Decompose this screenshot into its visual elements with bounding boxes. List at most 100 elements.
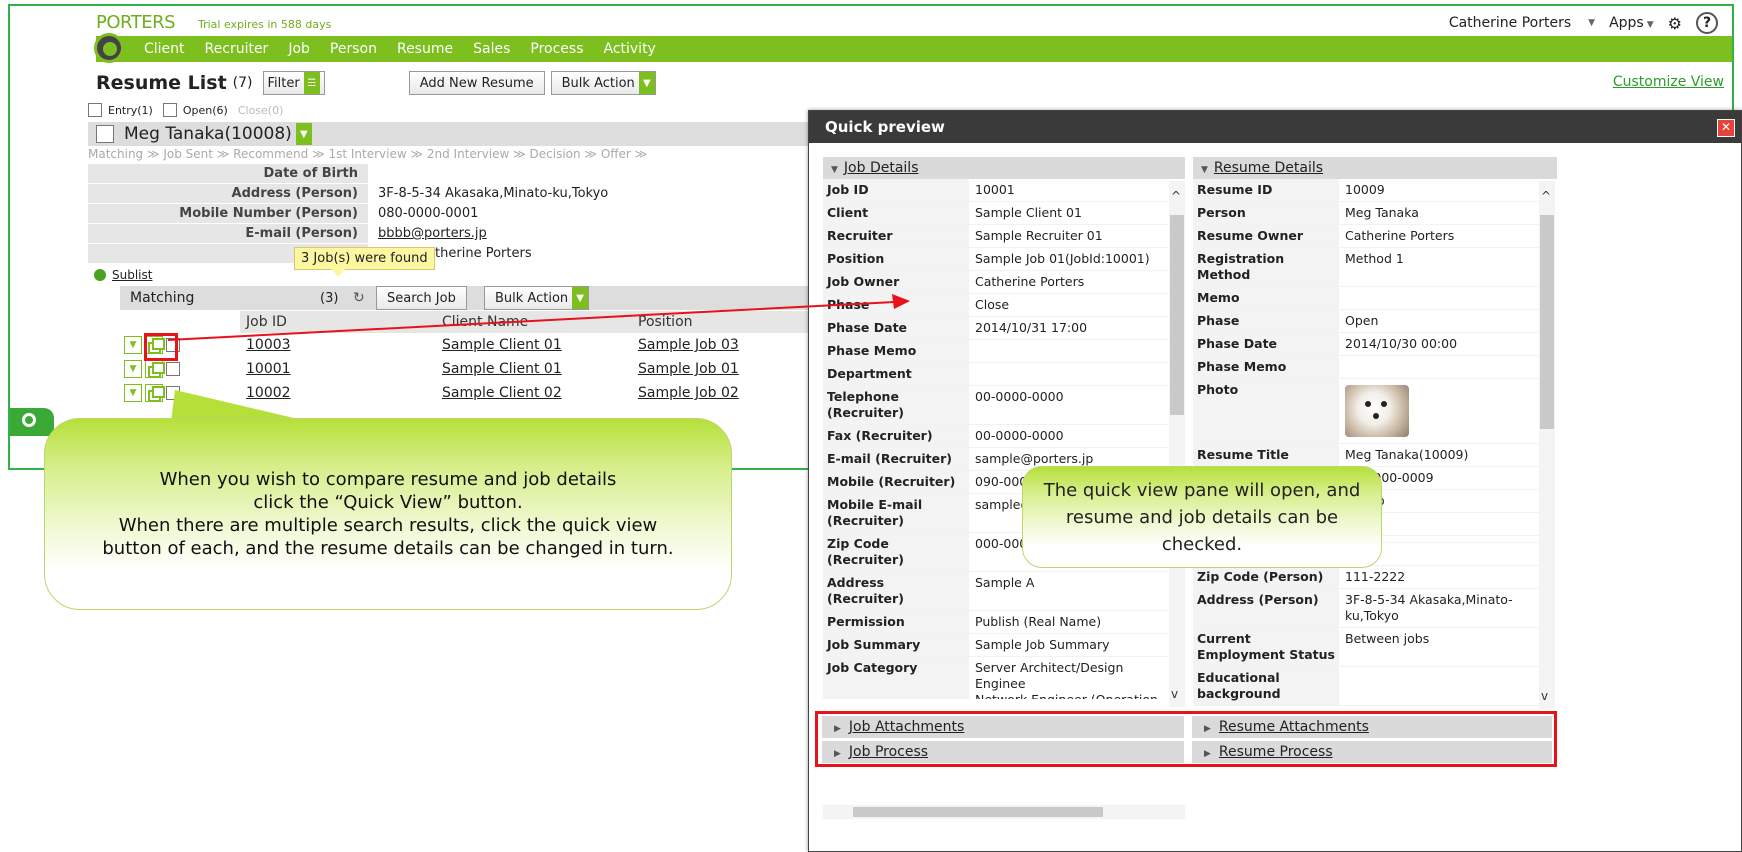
client-link[interactable]: Sample Client 01 (436, 361, 632, 377)
person-photo[interactable] (1345, 385, 1409, 437)
resume-vertical-scrollbar[interactable]: ^ v (1539, 181, 1555, 709)
search-job-button[interactable]: Search Job (376, 286, 467, 310)
table-row: ▼ 10001 Sample Client 01 Sample Job 01 (120, 358, 739, 380)
quick-view-icon[interactable] (145, 384, 165, 402)
close-icon[interactable]: ✕ (1717, 119, 1735, 137)
nav-process[interactable]: Process (530, 41, 583, 57)
detail-label: Job Category (823, 657, 969, 699)
collapse-triangle-icon: ▼ (831, 165, 838, 175)
tab-entry[interactable]: Entry(1) (108, 104, 153, 117)
detail-value (1339, 667, 1539, 705)
scroll-thumb[interactable] (853, 807, 1103, 817)
field-value: 3F-8-5-34 Akasaka,Minato-ku,Tokyo (378, 186, 609, 201)
field-value (368, 164, 378, 183)
client-link[interactable]: Sample Client 02 (436, 385, 632, 401)
col-position[interactable]: Position (632, 311, 832, 333)
job-horizontal-scrollbar[interactable] (823, 805, 1185, 819)
row-actions: ▼ (120, 336, 240, 354)
tab-close[interactable]: Close(0) (238, 104, 284, 117)
record-menu-chevron-icon[interactable]: ▼ (295, 123, 312, 145)
quick-view-icon[interactable] (145, 360, 165, 378)
detail-label: Current Employment Status (1193, 628, 1339, 666)
record-checkbox[interactable] (96, 125, 114, 143)
detail-label: Phase Memo (1193, 356, 1339, 378)
phase-breadcrumb[interactable]: Matching ≫ Job Sent ≫ Recommend ≫ 1st In… (88, 147, 647, 161)
nav-resume[interactable]: Resume (397, 41, 453, 57)
resume-details-column: ▼ Resume Details Resume ID 10009 Person Meg … (1193, 157, 1557, 707)
job-vertical-scrollbar[interactable]: ^ v (1169, 181, 1185, 707)
field-label: E-mail (Person) (88, 224, 368, 243)
detail-value: Between jobs (1345, 631, 1430, 646)
detail-label: Recruiter (823, 225, 969, 247)
add-new-resume-button[interactable]: Add New Resume (408, 71, 545, 95)
scroll-down-icon[interactable]: v (1171, 687, 1178, 701)
position-link[interactable]: Sample Job 01 (632, 361, 739, 377)
home-logo-icon[interactable] (94, 33, 124, 63)
job-details-header[interactable]: ▼ Job Details (823, 157, 1185, 179)
detail-value: 2014/10/30 00:00 (1345, 336, 1458, 351)
detail-row: Resume Title Meg Tanaka(10009) (1193, 444, 1539, 467)
resume-process-section[interactable]: ▶ Resume Process (1192, 741, 1552, 763)
detail-label: Position (823, 248, 969, 270)
bulk-action-button[interactable]: Bulk Action ▼ (550, 71, 656, 95)
settings-gear-icon[interactable]: ⚙ (1668, 14, 1682, 33)
job-process-section[interactable]: ▶ Job Process (822, 741, 1184, 763)
sublist-toggle[interactable]: Sublist (94, 268, 152, 282)
porters-logo[interactable]: PORTERS (96, 12, 176, 33)
apps-menu[interactable]: Apps ▼ (1609, 15, 1654, 31)
scroll-thumb[interactable] (1170, 215, 1184, 415)
job-id-link[interactable]: 10003 (240, 337, 436, 353)
user-name[interactable]: Catherine Porters (1449, 15, 1571, 31)
nav-client[interactable]: Client (144, 41, 185, 57)
nav-job[interactable]: Job (288, 41, 310, 57)
collapse-triangle-icon: ▼ (1201, 165, 1208, 175)
detail-row: Job ID 10001 (823, 179, 1169, 202)
sublist-link[interactable]: Sublist (112, 268, 152, 282)
detail-label: Mobile (Recruiter) (823, 471, 969, 493)
filter-button[interactable]: Filter ☰ (262, 71, 325, 95)
row-menu-chevron-icon[interactable]: ▼ (124, 360, 142, 378)
matching-count: (3) (320, 290, 339, 306)
customize-view-link[interactable]: Customize View (1613, 74, 1724, 90)
matching-bulk-action-button[interactable]: Bulk Action ▼ (484, 286, 590, 310)
client-link[interactable]: Sample Client 01 (436, 337, 632, 353)
col-client-name[interactable]: Client Name (436, 311, 632, 333)
tab-open[interactable]: Open(6) (183, 104, 228, 117)
tab-open-checkbox[interactable] (162, 103, 177, 117)
col-job-id[interactable]: Job ID (240, 311, 436, 333)
nav-activity[interactable]: Activity (603, 41, 655, 57)
position-link[interactable]: Sample Job 02 (632, 385, 739, 401)
nav-person[interactable]: Person (330, 41, 377, 57)
matching-label: Matching (130, 290, 195, 306)
brand-bar: PORTERS Trial expires in 588 days Cather… (10, 6, 1732, 36)
field-row: E-mail (Person) bbbb@porters.jp (88, 224, 848, 244)
help-icon[interactable]: ? (1696, 12, 1718, 34)
position-link[interactable]: Sample Job 03 (632, 337, 739, 353)
scroll-thumb[interactable] (1540, 215, 1554, 429)
detail-value: Publish (Real Name) (975, 614, 1102, 629)
detail-row: Phase Memo (823, 340, 1169, 363)
nav-sales[interactable]: Sales (473, 41, 510, 57)
nav-recruiter[interactable]: Recruiter (205, 41, 269, 57)
field-row: Mobile Number (Person) 080-0000-0001 (88, 204, 848, 224)
scroll-up-icon[interactable]: ^ (1541, 189, 1551, 203)
resume-details-header[interactable]: ▼ Resume Details (1193, 157, 1557, 179)
tab-entry-checkbox[interactable] (88, 103, 102, 117)
scroll-down-icon[interactable]: v (1541, 689, 1548, 703)
row-menu-chevron-icon[interactable]: ▼ (124, 384, 142, 402)
record-name[interactable]: Meg Tanaka(10008) (124, 124, 292, 144)
refresh-icon[interactable]: ↻ (353, 290, 365, 306)
job-process-label: Job Process (848, 744, 929, 760)
email-link[interactable]: bbbb@porters.jp (368, 224, 487, 243)
scroll-up-icon[interactable]: ^ (1171, 189, 1181, 203)
job-id-link[interactable]: 10001 (240, 361, 436, 377)
detail-label: Person (1193, 202, 1339, 224)
job-attachments-section[interactable]: ▶ Job Attachments (822, 716, 1184, 738)
row-menu-chevron-icon[interactable]: ▼ (124, 336, 142, 354)
detail-row: Telephone (Recruiter) 00-0000-0000 (823, 386, 1169, 425)
resume-attachments-section[interactable]: ▶ Resume Attachments (1192, 716, 1552, 738)
row-checkbox[interactable] (166, 362, 180, 376)
search-fab[interactable] (10, 408, 54, 436)
field-label: Date of Birth (88, 164, 368, 183)
detail-value: Sample Client 01 (975, 205, 1082, 220)
